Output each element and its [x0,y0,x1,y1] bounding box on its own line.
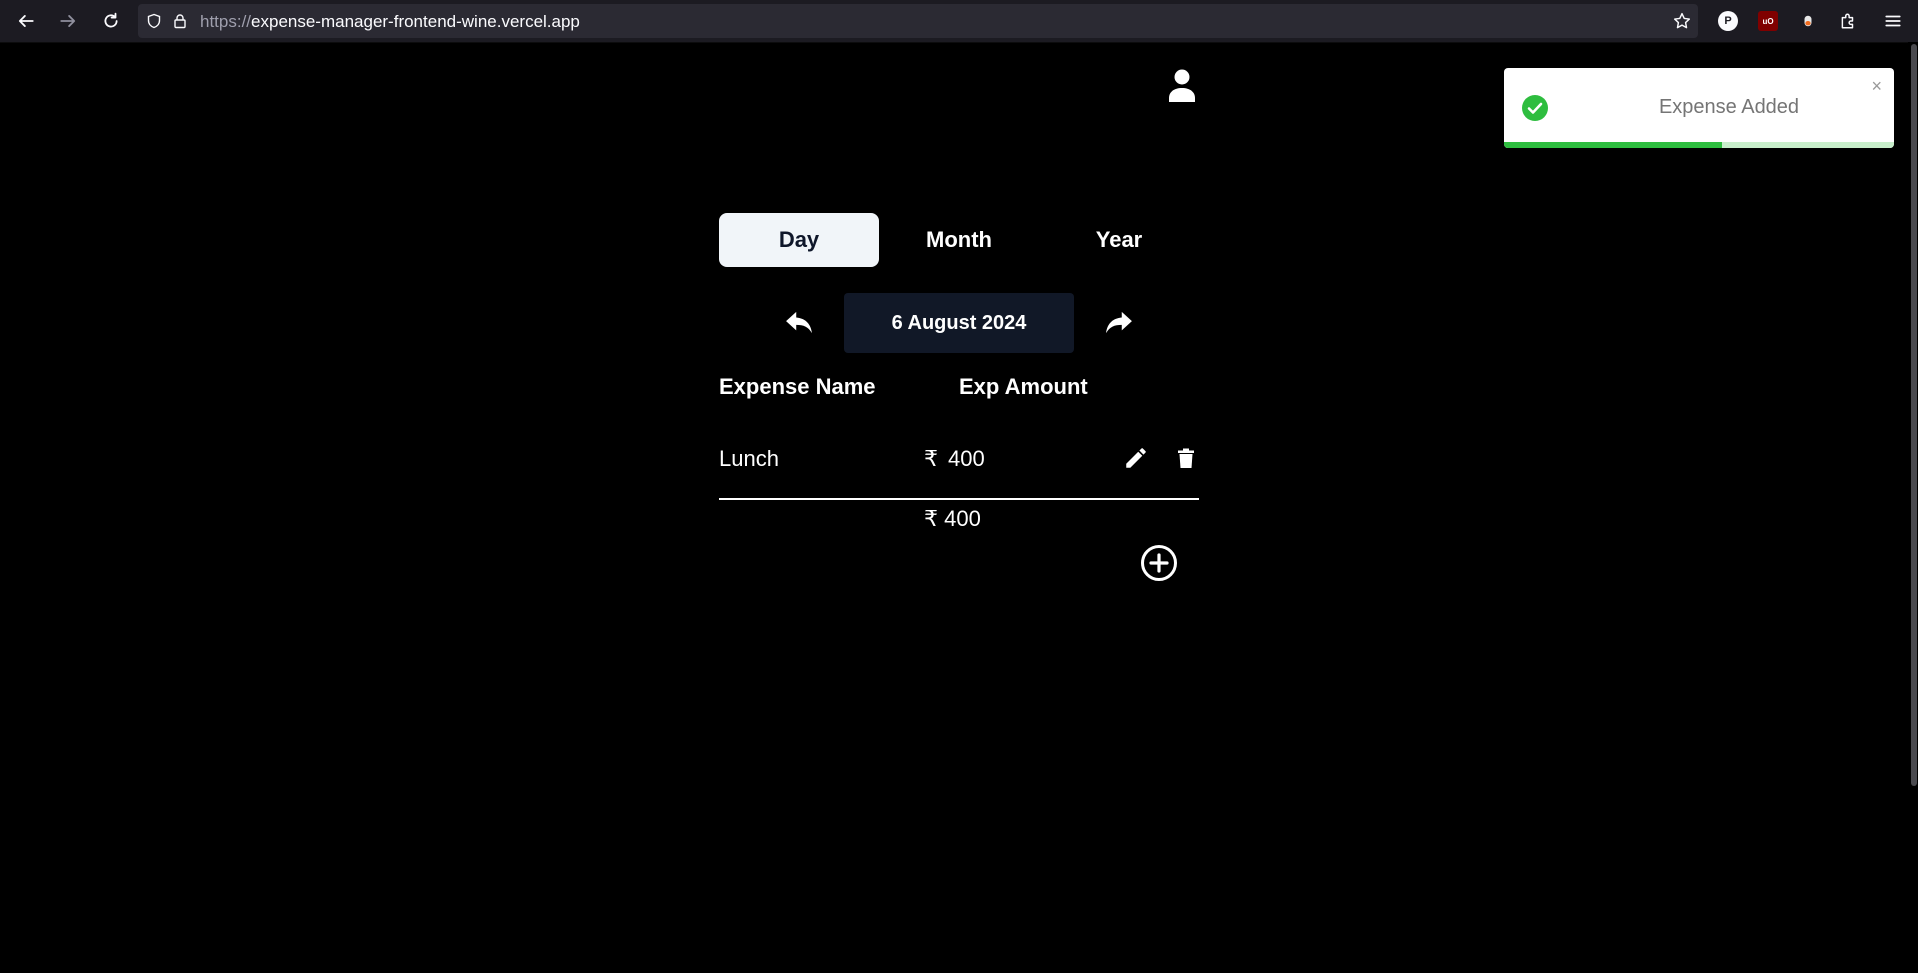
previous-date-icon[interactable] [781,305,817,341]
tab-year[interactable]: Year [1039,213,1199,267]
extensions-puzzle-icon[interactable] [1838,11,1858,31]
date-navigation: 6 August 2024 [719,293,1199,353]
tab-month[interactable]: Month [879,213,1039,267]
extension-icon[interactable] [1798,11,1818,31]
edit-pencil-icon[interactable] [1121,442,1151,474]
browser-toolbar: https://expense-manager-frontend-wine.ve… [0,0,1918,43]
table-row: Lunch ₹ 400 [719,440,1199,480]
table-divider [719,498,1199,500]
bookmark-star-icon[interactable] [1673,12,1691,30]
forward-icon[interactable] [56,9,80,33]
user-profile-icon[interactable] [1168,68,1196,102]
address-bar[interactable]: https://expense-manager-frontend-wine.ve… [138,4,1698,38]
p-extension-icon[interactable]: P [1718,11,1738,31]
ublock-origin-icon[interactable]: uO [1758,11,1778,31]
add-expense-plus-icon[interactable] [1140,544,1178,582]
header-expense-name: Expense Name [719,374,876,399]
reload-icon[interactable] [99,9,123,33]
toast-close-icon[interactable]: × [1871,76,1882,97]
expense-name: Lunch [719,446,779,471]
lock-icon[interactable] [172,13,188,29]
url-host: expense-manager-frontend-wine.vercel.app [251,12,580,31]
toast-progress-bar [1504,142,1723,148]
currency-symbol: ₹ [924,446,938,471]
delete-trash-icon[interactable] [1171,442,1201,474]
menu-icon[interactable] [1883,11,1903,31]
toast-notification: Expense Added × [1504,68,1894,148]
tracking-shield-icon[interactable] [146,13,162,29]
success-check-icon [1522,95,1548,121]
period-tabs: Day Month Year [719,213,1199,267]
current-date[interactable]: 6 August 2024 [844,293,1074,353]
p-extension-label: P [1724,15,1732,27]
back-icon[interactable] [14,9,38,33]
next-date-icon[interactable] [1101,305,1137,341]
total-amount: ₹ 400 [924,506,981,531]
scrollbar-thumb[interactable] [1911,44,1917,786]
url-text[interactable]: https://expense-manager-frontend-wine.ve… [200,12,580,32]
toast-message: Expense Added [1658,96,1800,118]
header-exp-amount: Exp Amount [959,374,1088,399]
expense-amount: 400 [948,446,985,471]
url-scheme: https:// [200,12,252,31]
tab-day[interactable]: Day [719,213,879,267]
ublock-label: uO [1762,16,1774,26]
